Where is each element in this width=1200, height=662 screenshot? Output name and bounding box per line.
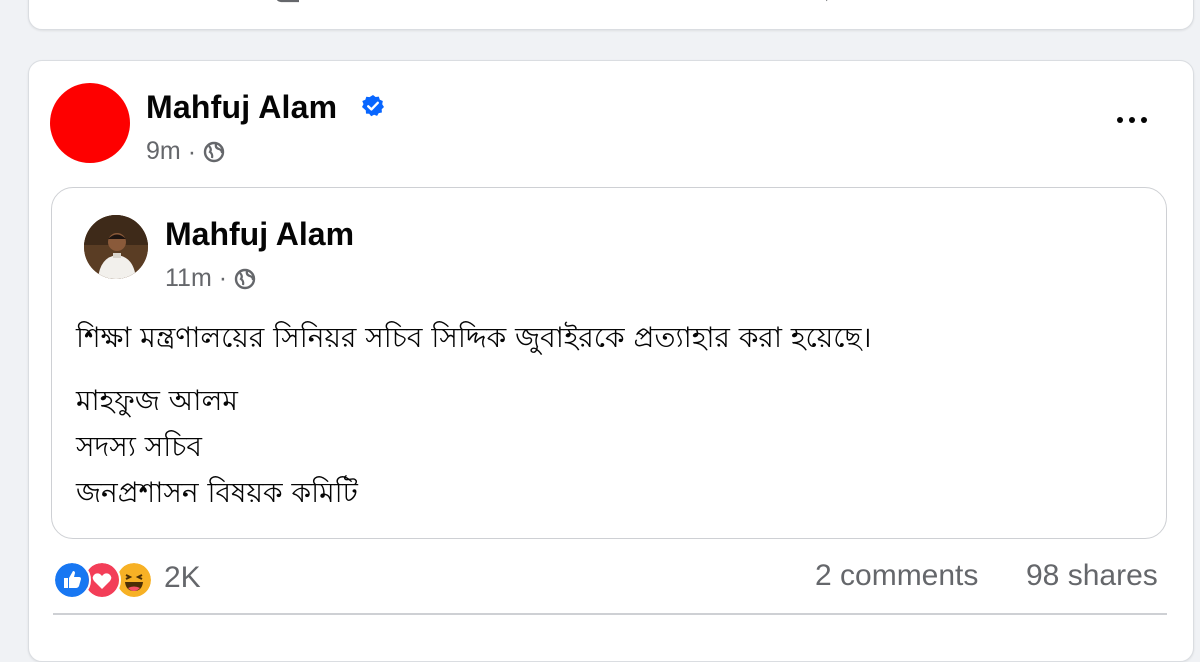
shared-post-author[interactable]: Mahfuj Alam <box>165 216 354 253</box>
post-author[interactable]: Mahfuj Alam <box>146 89 337 126</box>
divider <box>53 613 1167 615</box>
post-signature: মাহফুজ আলম সদস্য সচিব জনপ্রশাসন বিষয়ক ক… <box>76 378 358 516</box>
like-icon <box>53 561 91 599</box>
signature-committee: জনপ্রশাসন বিষয়ক কমিটি <box>76 476 358 509</box>
globe-icon <box>234 269 256 290</box>
reaction-count[interactable]: 2K <box>164 561 201 595</box>
signature-title: সদস্য সচিব <box>76 430 202 463</box>
meta-separator: · <box>187 137 197 166</box>
shares-count[interactable]: 98 shares <box>1026 559 1158 593</box>
post-card: Mahfuj Alam 9m · Mahfuj Alam 11m · শিক্ষ… <box>28 60 1194 662</box>
previous-post-card <box>28 0 1194 30</box>
comments-count[interactable]: 2 comments <box>815 559 978 593</box>
profile-photo <box>84 215 148 279</box>
shared-post-text: শিক্ষা মন্ত্রণালয়ের সিনিয়র সচিব সিদ্দি… <box>76 321 872 354</box>
shared-post[interactable]: Mahfuj Alam 11m · শিক্ষা মন্ত্রণালয়ের স… <box>51 187 1167 539</box>
shared-author-avatar[interactable] <box>84 215 148 279</box>
post-meta: 9m · <box>146 137 225 167</box>
globe-icon <box>203 142 225 163</box>
verified-badge-icon <box>362 95 384 117</box>
author-avatar[interactable] <box>50 83 130 163</box>
shared-post-meta: 11m · <box>165 264 256 293</box>
share-icon[interactable] <box>819 0 849 3</box>
comment-icon[interactable] <box>273 0 303 3</box>
shared-post-time[interactable]: 11m <box>165 264 212 292</box>
post-time[interactable]: 9m <box>146 137 181 165</box>
meta-separator: · <box>218 264 228 292</box>
more-options-icon[interactable] <box>1112 109 1152 131</box>
signature-name: মাহফুজ আলম <box>76 384 238 417</box>
